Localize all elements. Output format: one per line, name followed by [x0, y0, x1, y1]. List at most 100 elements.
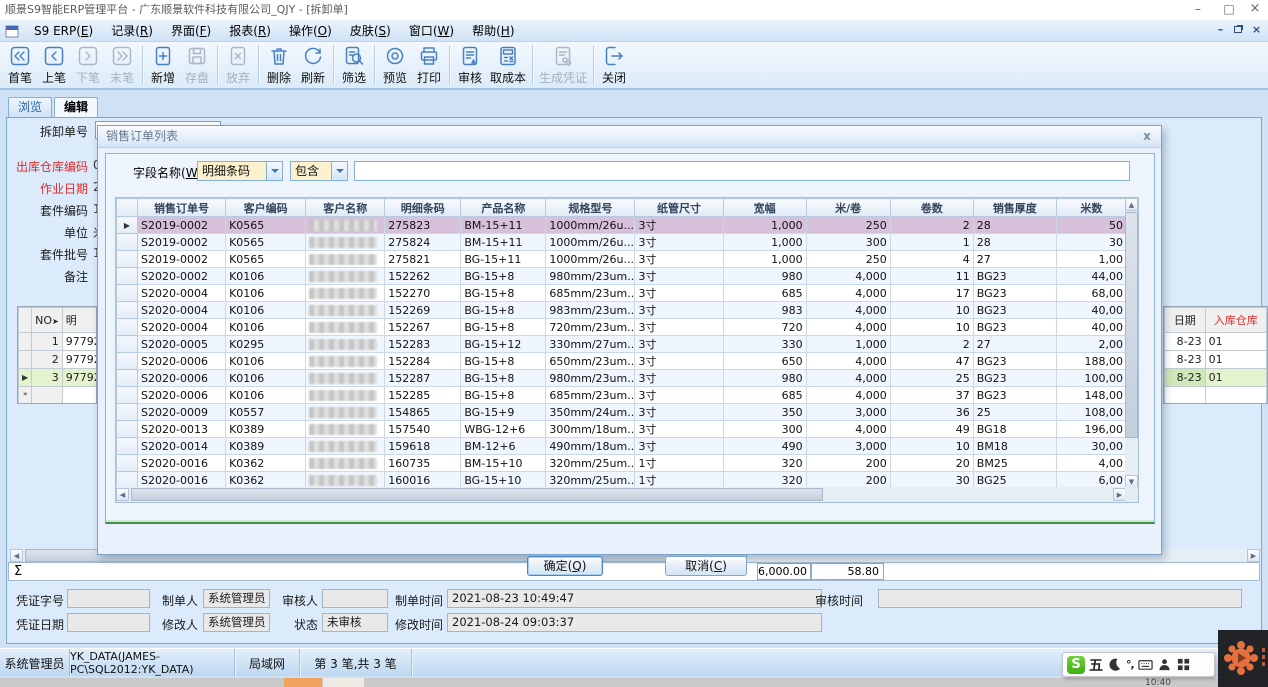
toolbar-separator: [449, 45, 450, 85]
add-button[interactable]: 新增: [146, 44, 180, 86]
drag-handle-icon[interactable]: [1262, 648, 1265, 669]
table-row[interactable]: S2019-0002K0565275821BG-15+111000mm/26u.…: [117, 251, 1127, 268]
redacted-text: [309, 373, 377, 384]
table-row[interactable]: S2020-0006K0106152285BG-15+8685mm/23um..…: [117, 387, 1127, 404]
menu-reports[interactable]: 报表(R): [220, 20, 280, 41]
table-row[interactable]: S2020-0004K0106152269BG-15+8983mm/23um..…: [117, 302, 1127, 319]
taskbar-active-app[interactable]: [284, 678, 322, 687]
detail-grid-left[interactable]: NO➤ 明 197792 297792 ▶397792 *: [17, 306, 97, 404]
user-icon[interactable]: [1157, 657, 1172, 672]
maximize-icon[interactable]: □: [1216, 0, 1242, 19]
status-badge: 未审核: [322, 613, 388, 632]
orders-table[interactable]: 销售订单号客户编码客户名称明细条码产品名称规格型号纸管尺寸宽幅米/卷卷数销售厚度…: [116, 198, 1127, 489]
menu-skin[interactable]: 皮肤(S): [341, 20, 400, 41]
table-v-scrollbar[interactable]: ▲ ▼: [1125, 198, 1138, 488]
refresh-button[interactable]: 刷新: [296, 44, 330, 86]
table-row[interactable]: S2020-0016K0362160735BM-15+10320mm/25um.…: [117, 455, 1127, 472]
prev-record-button[interactable]: 上笔: [37, 44, 71, 86]
table-row[interactable]: S2020-0004K0106152270BG-15+8685mm/23um..…: [117, 285, 1127, 302]
scroll-thumb[interactable]: [131, 488, 823, 501]
auditor-field: [322, 589, 388, 608]
table-row[interactable]: S2020-0013K0389157540WBG-12+6300mm/18um.…: [117, 421, 1127, 438]
audit-button[interactable]: 审核: [453, 44, 487, 86]
menu-records[interactable]: 记录(R): [102, 20, 162, 41]
close-form-button[interactable]: 关闭: [597, 44, 631, 86]
close-icon[interactable]: ×: [1242, 0, 1268, 19]
redacted-text: [309, 475, 377, 486]
toolbar-separator: [374, 45, 375, 85]
delete-button[interactable]: 删除: [262, 44, 296, 86]
ok-button[interactable]: 确定(Q): [527, 556, 603, 576]
grid-new-row[interactable]: [1165, 387, 1267, 405]
grid-new-row[interactable]: *: [19, 387, 98, 405]
table-row[interactable]: S2020-0005K0295152283BG-15+12330mm/27um.…: [117, 336, 1127, 353]
grid-row[interactable]: 297792: [19, 351, 98, 369]
sogou-logo-icon[interactable]: S: [1067, 656, 1085, 674]
cancel-button[interactable]: 取消(C): [665, 556, 747, 576]
mdi-close-icon[interactable]: ×: [1248, 23, 1265, 38]
discard-button[interactable]: 放弃: [221, 44, 255, 86]
menu-operations[interactable]: 操作(O): [280, 20, 341, 41]
print-button[interactable]: 打印: [412, 44, 446, 86]
filter-button[interactable]: 筛选: [337, 44, 371, 86]
grid-marker-header: [19, 308, 32, 333]
table-row[interactable]: S2020-0014K0389159618BM-12+6490mm/18um..…: [117, 438, 1127, 455]
taskbar-app[interactable]: [323, 678, 364, 687]
table-row[interactable]: S2020-0006K0106152284BG-15+8650mm/23um..…: [117, 353, 1127, 370]
sum-amount: 6,000.00: [757, 563, 811, 580]
scroll-thumb[interactable]: [1125, 212, 1138, 438]
table-row[interactable]: S2020-0016K0362160016BG-15+10320mm/25um.…: [117, 472, 1127, 489]
field-select[interactable]: 明细条码: [197, 161, 283, 181]
tab-browse[interactable]: 浏览: [8, 97, 52, 117]
grid-row-selected[interactable]: ▶397792: [19, 369, 98, 387]
tab-edit[interactable]: 编辑: [54, 97, 98, 117]
chevron-down-icon[interactable]: [331, 162, 347, 180]
scroll-left-icon[interactable]: ◀: [116, 488, 129, 501]
table-row[interactable]: S2019-0002K0565275824BM-15+111000mm/26u.…: [117, 234, 1127, 251]
next-record-button[interactable]: 下笔: [71, 44, 105, 86]
minimize-icon[interactable]: –: [1185, 0, 1211, 19]
voucher-no-field[interactable]: [67, 589, 150, 608]
voucher-date-field[interactable]: [67, 613, 150, 632]
scroll-up-icon[interactable]: ▲: [1125, 198, 1138, 211]
table-row[interactable]: ▶S2019-0002K0565275823BM-15+111000mm/26u…: [117, 217, 1127, 234]
mdi-minimize-icon[interactable]: –: [1212, 23, 1229, 38]
filter-input[interactable]: [354, 161, 1130, 181]
table-h-scrollbar[interactable]: ◀ ▶: [116, 487, 1127, 502]
redacted-text: [309, 407, 377, 418]
menu-s9erp[interactable]: S9 ERP(E): [25, 22, 102, 40]
screen-overlay-widget[interactable]: [1218, 630, 1268, 687]
orders-table-container: 销售订单号客户编码客户名称明细条码产品名称规格型号纸管尺寸宽幅米/卷卷数销售厚度…: [115, 197, 1139, 503]
last-record-button[interactable]: 末笔: [105, 44, 139, 86]
menu-window[interactable]: 窗口(W): [400, 20, 463, 41]
grid-row-selected[interactable]: 8-2301: [1165, 369, 1267, 387]
grid-row[interactable]: 197792: [19, 333, 98, 351]
table-row[interactable]: S2020-0006K0106152287BG-15+8980mm/23um..…: [117, 370, 1127, 387]
table-row[interactable]: S2020-0009K0557154865BG-15+9350mm/24um..…: [117, 404, 1127, 421]
table-row[interactable]: S2020-0002K0106152262BG-15+8980mm/23um..…: [117, 268, 1127, 285]
save-button[interactable]: 存盘: [180, 44, 214, 86]
scroll-left-icon[interactable]: ◀: [10, 549, 23, 562]
detail-grid-right[interactable]: 日期 入库仓库 8-2301 8-2301 8-2301: [1163, 306, 1268, 404]
keyboard-icon[interactable]: [1138, 657, 1153, 672]
operator-select[interactable]: 包含: [290, 161, 348, 181]
tools-grid-icon[interactable]: [1176, 657, 1191, 672]
grid-row[interactable]: 8-2301: [1165, 351, 1267, 369]
moon-icon[interactable]: [1107, 657, 1122, 672]
menu-interface[interactable]: 界面(F): [162, 20, 220, 41]
chevron-down-icon[interactable]: [266, 162, 282, 180]
menu-help[interactable]: 帮助(H): [463, 20, 523, 41]
get-cost-button[interactable]: 取成本: [487, 44, 529, 86]
mdi-restore-icon[interactable]: [1229, 23, 1246, 38]
punctuation-icon[interactable]: °,: [1126, 658, 1134, 671]
generate-voucher-button[interactable]: 生成凭证: [536, 44, 590, 86]
create-time-field: 2021-08-23 10:49:47: [447, 589, 822, 608]
wubi-mode-icon[interactable]: 五: [1089, 655, 1103, 675]
grid-row[interactable]: 8-2301: [1165, 333, 1267, 351]
scroll-right-icon[interactable]: ▶: [1247, 549, 1260, 562]
first-record-button[interactable]: 首笔: [3, 44, 37, 86]
preview-button[interactable]: 预览: [378, 44, 412, 86]
dialog-close-icon[interactable]: x: [1139, 128, 1155, 144]
menubar: S9 ERP(E) 记录(R) 界面(F) 报表(R) 操作(O) 皮肤(S) …: [0, 20, 1268, 42]
table-row[interactable]: S2020-0004K0106152267BG-15+8720mm/23um..…: [117, 319, 1127, 336]
